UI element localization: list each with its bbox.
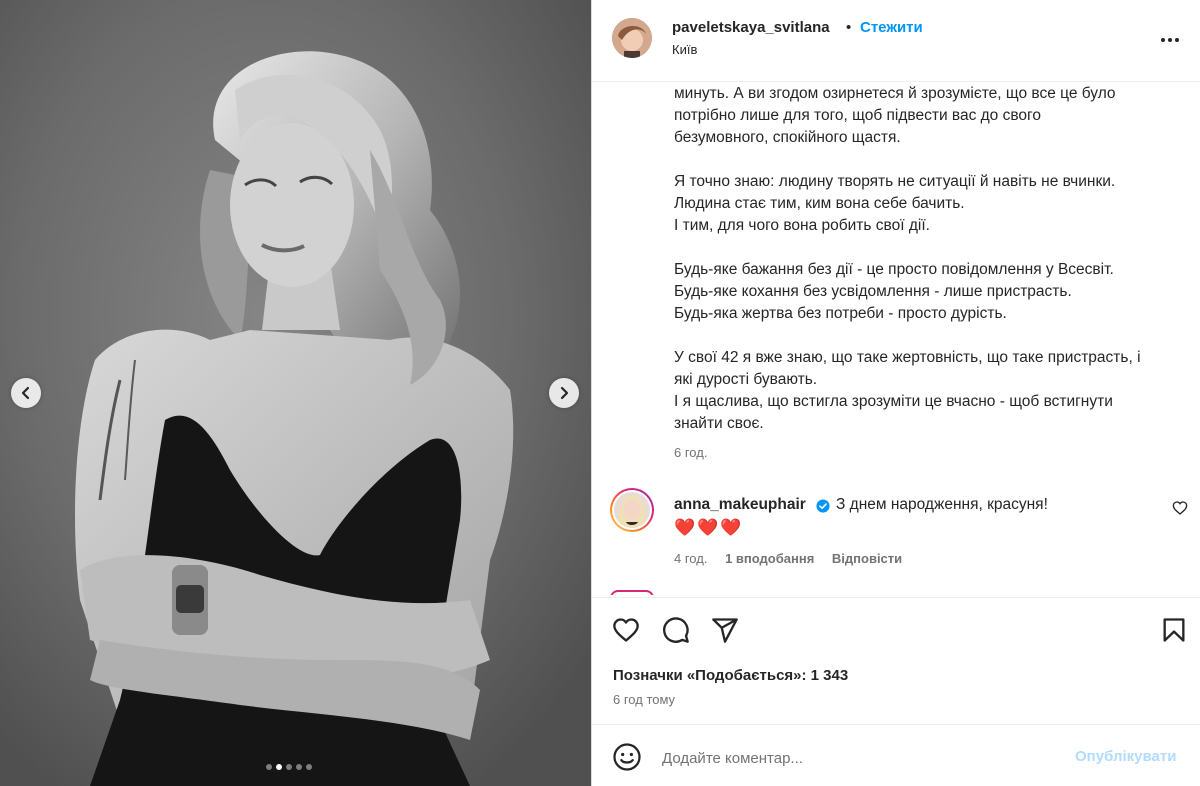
- reply-button[interactable]: Відповісти: [832, 551, 902, 566]
- carousel-dot: [286, 764, 292, 770]
- actions-divider: [592, 597, 1200, 598]
- carousel-dot: [296, 764, 302, 770]
- caption-line: Я точно знаю: людину творять не ситуації…: [674, 173, 1116, 190]
- comment-meta: 4 год. 1 вподобання Відповісти: [674, 551, 916, 566]
- more-horizontal-icon: [1161, 38, 1179, 42]
- post-date[interactable]: 6 год тому: [613, 692, 675, 707]
- carousel-prev-button[interactable]: [11, 378, 41, 408]
- caption-line: минуть. А ви згодом озирнетеся й зрозумі…: [674, 85, 1116, 102]
- caption-line: які дурості бувають.: [674, 371, 818, 388]
- more-options-button[interactable]: [1158, 28, 1182, 52]
- comment-icon[interactable]: [662, 616, 690, 644]
- caption-line: У свої 42 я вже знаю, що таке жертовніст…: [674, 349, 1141, 366]
- caption-timestamp[interactable]: 6 год.: [674, 445, 707, 460]
- chevron-right-icon: [560, 386, 569, 400]
- header-separator: •: [846, 19, 852, 36]
- chevron-left-icon: [21, 386, 30, 400]
- post-header: paveletskaya_svitlana • Стежити Київ: [592, 0, 1200, 82]
- caption-line: Будь-яке бажання без дії - це просто пов…: [674, 261, 1114, 278]
- carousel-next-button[interactable]: [549, 378, 579, 408]
- post-caption: минуть. А ви згодом озирнетеся й зрозумі…: [674, 83, 1174, 435]
- caption-line: безумовного, спокійного щастя.: [674, 129, 901, 146]
- publish-button[interactable]: Опублікувати: [1075, 748, 1176, 765]
- comment-item: anna_makeuphair З днем народження, красу…: [592, 488, 1200, 578]
- emoji-icon[interactable]: [612, 742, 642, 772]
- caption-line: знайти своє.: [674, 415, 764, 432]
- follow-button[interactable]: Стежити: [860, 19, 923, 36]
- comment-likes-count[interactable]: 1 вподобання: [725, 551, 814, 566]
- carousel-dot: [266, 764, 272, 770]
- next-comment-avatar: [610, 590, 654, 595]
- carousel-dot: [306, 764, 312, 770]
- carousel-dot-active: [276, 764, 282, 770]
- add-comment-divider: [592, 724, 1200, 725]
- post-author-username[interactable]: paveletskaya_svitlana: [672, 19, 830, 36]
- caption-line: І я щаслива, що встигла зрозуміти це вча…: [674, 393, 1113, 410]
- caption-line: потрібно лише для того, щоб підвести вас…: [674, 107, 1041, 124]
- post-panel: paveletskaya_svitlana • Стежити Київ мин…: [592, 0, 1200, 786]
- comment-hearts: ❤️❤️❤️: [674, 518, 744, 537]
- caption-line: І тим, для чого вона робить свої дії.: [674, 217, 930, 234]
- comment-avatar-image: [614, 492, 650, 528]
- comment-avatar[interactable]: [610, 488, 654, 532]
- caption-line: Будь-яка жертва без потреби - просто дур…: [674, 305, 1007, 322]
- comment-input[interactable]: [662, 745, 1062, 771]
- post-photo: [0, 0, 591, 786]
- heart-icon[interactable]: [612, 616, 640, 644]
- bookmark-icon[interactable]: [1160, 616, 1188, 644]
- verified-badge-icon: [816, 499, 830, 513]
- comment-like-heart-icon[interactable]: [1172, 500, 1188, 516]
- carousel-indicator: [266, 764, 312, 770]
- post-location[interactable]: Київ: [672, 42, 697, 57]
- avatar[interactable]: [612, 18, 652, 58]
- caption-line: Людина стає тим, ким вона себе бачить.: [674, 195, 965, 212]
- post-media[interactable]: [0, 0, 591, 786]
- avatar-image: [612, 18, 652, 58]
- comment-author-username[interactable]: anna_makeuphair: [674, 496, 806, 514]
- send-icon[interactable]: [711, 616, 739, 644]
- comment-timestamp[interactable]: 4 год.: [674, 551, 707, 566]
- comment-text: З днем народження, красуня!: [836, 496, 1048, 513]
- likes-count[interactable]: Позначки «Подобається»: 1 343: [613, 667, 848, 684]
- comments-scroll-area[interactable]: минуть. А ви згодом озирнетеся й зрозумі…: [592, 83, 1200, 595]
- caption-line: Будь-яке кохання без усвідомлення - лише…: [674, 283, 1072, 300]
